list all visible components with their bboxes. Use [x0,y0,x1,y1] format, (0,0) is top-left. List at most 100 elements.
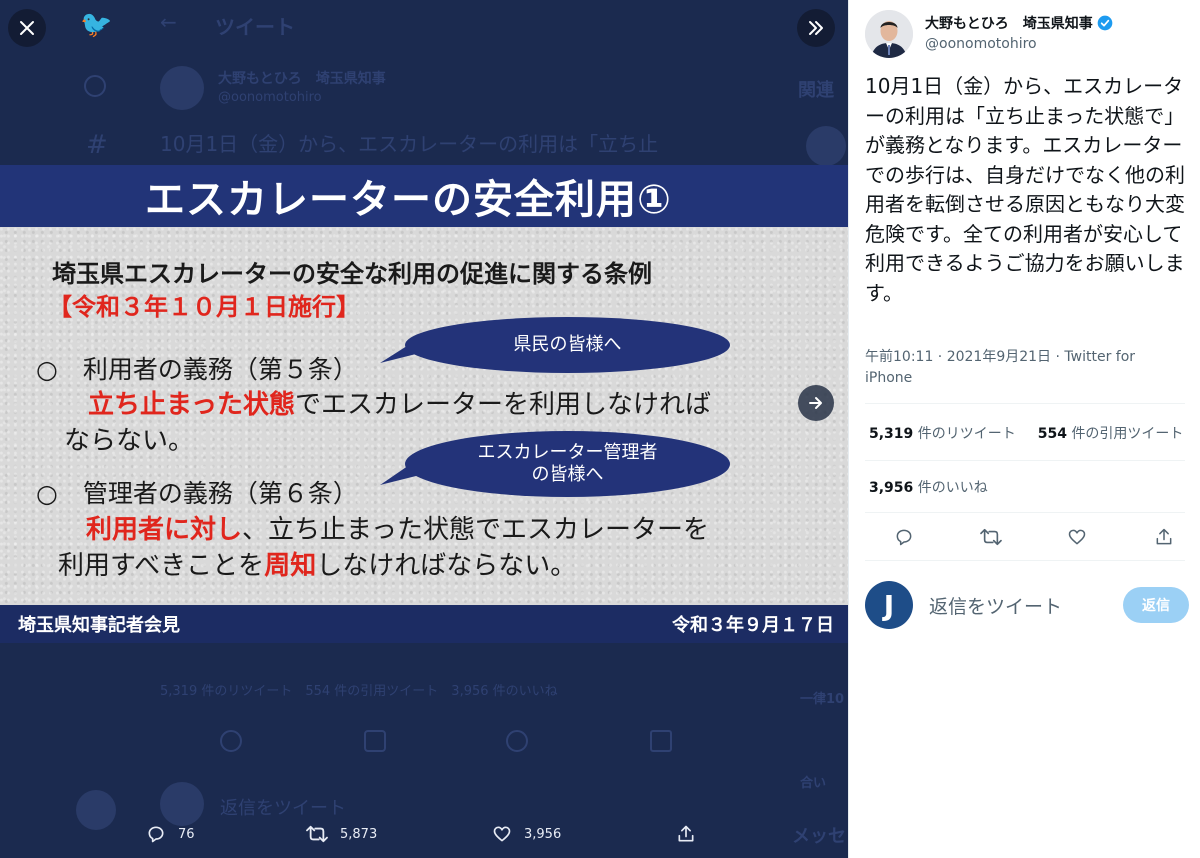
background-home-icon [84,75,106,97]
slide-item1-red: 立ち止まった状態 [88,390,295,420]
slide-item1-line2: ならない。 [64,426,195,456]
background-share-icon [650,730,672,752]
slide-item1-rest: でエスカレーターを利用しなければ [294,390,711,420]
slide-item2-heading: ○ 管理者の義務（第６条） [36,479,358,508]
background-author-name: 大野もとひろ 埼玉県知事 [218,71,386,87]
slide-footer: 埼玉県知事記者会見 令和３年９月１７日 [0,605,848,643]
reply-composer: J 返信をツイート 返信 [865,578,1189,632]
quotes-label: 件の引用ツイート [1071,426,1184,442]
viewer-reply-button[interactable]: 76 [146,824,195,844]
slide-header: エスカレーターの安全利用① [0,165,848,227]
background-reply-icon [220,730,242,752]
share-icon [1156,528,1172,545]
tweet-action-row [889,522,1179,552]
likes-count: 3,956 [869,480,914,496]
viewer-reply-count: 76 [178,826,195,842]
slide-item2-rest: 、立ち止まった状態でエスカレーターを [242,515,709,545]
slide-item2-line2-red: 周知 [264,551,317,581]
reply-icon [896,529,912,546]
author-avatar[interactable] [865,10,913,58]
reply-avatar[interactable]: J [865,581,913,629]
slide-item2-red: 利用者に対し [86,515,243,545]
slide-item2-line1: 利用者に対し、立ち止まった状態でエスカレーターを [86,509,709,546]
bubble-residents: 県民の皆様へ [405,317,730,373]
viewer-retweet-count: 5,873 [340,826,378,842]
stats-row-2: 3,956 件のいいね [869,477,988,497]
divider-1 [865,403,1185,404]
retweet-icon [979,528,1002,546]
slide-item1-heading: ○ 利用者の義務（第５条） [36,355,358,384]
expand-icon [809,21,823,35]
reply-submit-button[interactable]: 返信 [1123,587,1189,623]
retweets-label: 件のリツイート [917,426,1016,442]
slide-image: エスカレーターの安全利用① 埼玉県エスカレーターの安全な利用の促進に関する条例 … [0,165,848,643]
slide-footer-left: 埼玉県知事記者会見 [18,615,180,636]
bubble-managers-line1: エスカレーター管理者 [477,441,658,463]
media-viewer: 🐦 ← ツイート # 大野もとひろ 埼玉県知事 @oonomotohiro 10… [0,0,848,858]
slide-item2-line2a: 利用すべきことを [58,551,265,581]
tweet-timestamp[interactable]: 午前10:11 · 2021年9月21日 · Twitter for iPhon… [865,347,1165,389]
slide-body: 埼玉県エスカレーターの安全な利用の促進に関する条例 【令和３年１０月１日施行】 … [0,227,848,605]
background-hashtag-icon: # [86,130,108,160]
divider-4 [865,560,1185,561]
background-trend-b: 合い [800,776,827,791]
background-back-arrow: ← [160,10,177,34]
next-image-button[interactable] [798,385,834,421]
background-author-handle: @oonomotohiro [218,90,322,105]
viewer-like-button[interactable]: 3,956 [492,824,561,844]
background-stats: 5,319 件のリツイート 554 件の引用ツイート 3,956 件のいいね [160,684,558,699]
share-button[interactable] [1149,522,1179,552]
author-handle[interactable]: @oonomotohiro [925,36,1113,52]
retweet-icon [306,825,328,843]
quotes-stat[interactable]: 554 件の引用ツイート [1038,423,1184,443]
bubble-managers-text: エスカレーター管理者 の皆様へ [478,442,658,487]
retweets-count: 5,319 [869,426,914,442]
divider-2 [865,460,1185,461]
like-icon [1069,529,1086,545]
background-related-avatar [806,126,846,166]
like-button[interactable] [1062,522,1092,552]
likes-label: 件のいいね [917,480,988,496]
background-header-title: ツイート [215,15,295,39]
slide-item2-line2: 利用すべきことを周知しなければならない。 [58,545,576,582]
stats-row-1: 5,319 件のリツイート 554 件の引用ツイート [869,423,1183,443]
background-related-label: 関連 [798,80,834,101]
background-trend-a: 一律10 [800,692,845,707]
slide-ordinance: 埼玉県エスカレーターの安全な利用の促進に関する条例 [52,260,652,288]
divider-3 [865,512,1185,513]
reply-icon [148,826,164,843]
tweet-text: 10月1日（金）から、エスカレーターの利用は「立ち止まった状態で」が義務となりま… [865,74,1185,305]
background-retweet-icon [364,730,386,752]
retweets-stat[interactable]: 5,319 件のリツイート [869,423,1016,443]
slide-footer-right: 令和３年９月１７日 [672,615,834,636]
like-icon [493,826,511,842]
slide-title: エスカレーターの安全利用① [145,177,672,223]
viewer-like-count: 3,956 [524,826,562,842]
author-photo [865,10,913,58]
bubble-managers-line2: の皆様へ [531,464,604,485]
reply-input[interactable]: 返信をツイート [929,592,1109,619]
viewer-share-button[interactable] [676,824,696,844]
bubble-residents-text: 県民の皆様へ [513,333,622,355]
viewer-retweet-button[interactable]: 5,873 [306,824,377,844]
tweet-author: 大野もとひろ 埼玉県知事 @oonomotohiro [865,10,1113,60]
share-icon [678,825,694,842]
reply-button[interactable] [889,522,919,552]
next-arrow-icon [809,397,822,409]
likes-stat[interactable]: 3,956 件のいいね [869,477,988,497]
author-info: 大野もとひろ 埼玉県知事 @oonomotohiro [925,10,1113,52]
background-author-avatar [160,66,204,110]
expand-button[interactable] [797,9,835,47]
background-tweet-text: 10月1日（金）から、エスカレーターの利用は「立ち止 [160,132,659,156]
background-bird-logo: 🐦 [80,10,113,40]
background-like-icon [506,730,528,752]
retweet-button[interactable] [976,522,1006,552]
quotes-count: 554 [1037,426,1067,442]
close-icon [20,21,34,35]
slide-item2-line2b: しなければならない。 [316,551,577,581]
slide-item1-line1: 立ち止まった状態でエスカレーターを利用しなければ [88,384,711,421]
slide-effective-date: 【令和３年１０月１日施行】 [48,293,360,321]
close-button[interactable] [8,9,46,47]
verified-icon [1097,15,1113,31]
author-name-row[interactable]: 大野もとひろ 埼玉県知事 [925,13,1113,33]
